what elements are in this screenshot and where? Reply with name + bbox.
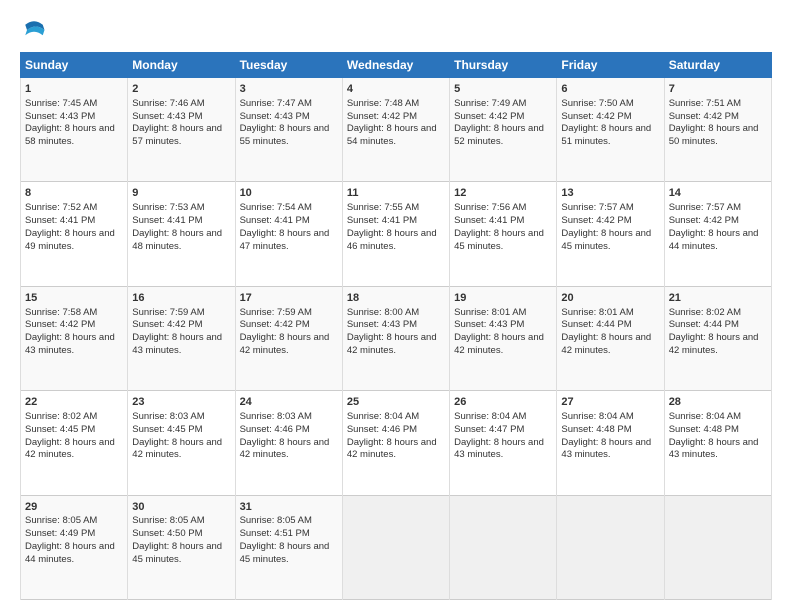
calendar-cell: 30Sunrise: 8:05 AMSunset: 4:50 PMDayligh… [128,495,235,599]
logo [20,16,52,44]
day-number: 1 [25,82,123,97]
day-number: 16 [132,291,230,306]
day-number: 28 [669,395,767,410]
day-header-monday: Monday [128,53,235,78]
calendar-cell [664,495,771,599]
day-number: 4 [347,82,445,97]
calendar-cell: 16Sunrise: 7:59 AMSunset: 4:42 PMDayligh… [128,286,235,390]
calendar-cell: 25Sunrise: 8:04 AMSunset: 4:46 PMDayligh… [342,391,449,495]
day-header-saturday: Saturday [664,53,771,78]
day-number: 23 [132,395,230,410]
day-header-friday: Friday [557,53,664,78]
calendar-cell: 4Sunrise: 7:48 AMSunset: 4:42 PMDaylight… [342,78,449,182]
calendar-cell: 26Sunrise: 8:04 AMSunset: 4:47 PMDayligh… [450,391,557,495]
calendar-cell: 23Sunrise: 8:03 AMSunset: 4:45 PMDayligh… [128,391,235,495]
day-number: 6 [561,82,659,97]
calendar-cell: 22Sunrise: 8:02 AMSunset: 4:45 PMDayligh… [21,391,128,495]
calendar-cell: 19Sunrise: 8:01 AMSunset: 4:43 PMDayligh… [450,286,557,390]
calendar-cell: 11Sunrise: 7:55 AMSunset: 4:41 PMDayligh… [342,182,449,286]
day-number: 9 [132,186,230,201]
day-number: 11 [347,186,445,201]
day-header-tuesday: Tuesday [235,53,342,78]
day-number: 26 [454,395,552,410]
calendar-cell: 8Sunrise: 7:52 AMSunset: 4:41 PMDaylight… [21,182,128,286]
calendar-header-row: SundayMondayTuesdayWednesdayThursdayFrid… [21,53,772,78]
header [20,16,772,44]
day-number: 22 [25,395,123,410]
calendar-cell: 12Sunrise: 7:56 AMSunset: 4:41 PMDayligh… [450,182,557,286]
calendar-cell: 7Sunrise: 7:51 AMSunset: 4:42 PMDaylight… [664,78,771,182]
calendar-week-1: 1Sunrise: 7:45 AMSunset: 4:43 PMDaylight… [21,78,772,182]
day-number: 20 [561,291,659,306]
day-number: 7 [669,82,767,97]
calendar-cell [557,495,664,599]
day-number: 8 [25,186,123,201]
day-number: 21 [669,291,767,306]
calendar-week-2: 8Sunrise: 7:52 AMSunset: 4:41 PMDaylight… [21,182,772,286]
day-number: 27 [561,395,659,410]
calendar-week-3: 15Sunrise: 7:58 AMSunset: 4:42 PMDayligh… [21,286,772,390]
calendar-cell: 29Sunrise: 8:05 AMSunset: 4:49 PMDayligh… [21,495,128,599]
calendar-cell: 31Sunrise: 8:05 AMSunset: 4:51 PMDayligh… [235,495,342,599]
calendar-cell [342,495,449,599]
calendar-page: SundayMondayTuesdayWednesdayThursdayFrid… [0,0,792,612]
calendar-cell: 28Sunrise: 8:04 AMSunset: 4:48 PMDayligh… [664,391,771,495]
day-number: 12 [454,186,552,201]
calendar-cell: 5Sunrise: 7:49 AMSunset: 4:42 PMDaylight… [450,78,557,182]
day-number: 3 [240,82,338,97]
day-header-thursday: Thursday [450,53,557,78]
logo-icon [20,16,48,44]
calendar-cell: 3Sunrise: 7:47 AMSunset: 4:43 PMDaylight… [235,78,342,182]
calendar-cell: 1Sunrise: 7:45 AMSunset: 4:43 PMDaylight… [21,78,128,182]
day-number: 13 [561,186,659,201]
day-number: 15 [25,291,123,306]
calendar-cell: 21Sunrise: 8:02 AMSunset: 4:44 PMDayligh… [664,286,771,390]
calendar-cell: 18Sunrise: 8:00 AMSunset: 4:43 PMDayligh… [342,286,449,390]
calendar-cell: 24Sunrise: 8:03 AMSunset: 4:46 PMDayligh… [235,391,342,495]
calendar-table: SundayMondayTuesdayWednesdayThursdayFrid… [20,52,772,600]
calendar-cell: 20Sunrise: 8:01 AMSunset: 4:44 PMDayligh… [557,286,664,390]
day-header-sunday: Sunday [21,53,128,78]
day-number: 17 [240,291,338,306]
calendar-cell: 27Sunrise: 8:04 AMSunset: 4:48 PMDayligh… [557,391,664,495]
calendar-cell: 9Sunrise: 7:53 AMSunset: 4:41 PMDaylight… [128,182,235,286]
calendar-week-5: 29Sunrise: 8:05 AMSunset: 4:49 PMDayligh… [21,495,772,599]
day-number: 2 [132,82,230,97]
day-number: 5 [454,82,552,97]
day-number: 31 [240,500,338,515]
day-number: 24 [240,395,338,410]
calendar-cell: 17Sunrise: 7:59 AMSunset: 4:42 PMDayligh… [235,286,342,390]
calendar-cell: 6Sunrise: 7:50 AMSunset: 4:42 PMDaylight… [557,78,664,182]
day-number: 10 [240,186,338,201]
calendar-cell: 10Sunrise: 7:54 AMSunset: 4:41 PMDayligh… [235,182,342,286]
calendar-cell: 2Sunrise: 7:46 AMSunset: 4:43 PMDaylight… [128,78,235,182]
day-number: 29 [25,500,123,515]
day-number: 14 [669,186,767,201]
day-number: 19 [454,291,552,306]
calendar-cell: 14Sunrise: 7:57 AMSunset: 4:42 PMDayligh… [664,182,771,286]
day-number: 18 [347,291,445,306]
calendar-cell [450,495,557,599]
calendar-cell: 13Sunrise: 7:57 AMSunset: 4:42 PMDayligh… [557,182,664,286]
day-header-wednesday: Wednesday [342,53,449,78]
calendar-week-4: 22Sunrise: 8:02 AMSunset: 4:45 PMDayligh… [21,391,772,495]
day-number: 30 [132,500,230,515]
calendar-cell: 15Sunrise: 7:58 AMSunset: 4:42 PMDayligh… [21,286,128,390]
day-number: 25 [347,395,445,410]
